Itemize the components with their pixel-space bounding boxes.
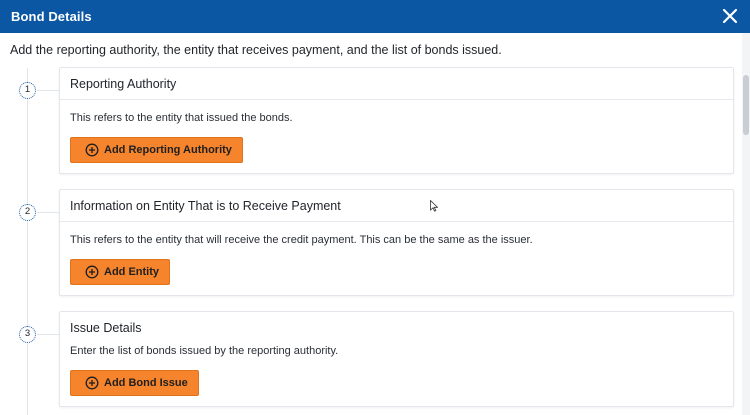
step-2-indicator: 2	[19, 204, 36, 221]
dialog-scrollbar[interactable]	[742, 33, 750, 415]
step-3-indicator: 3	[19, 326, 36, 343]
reporting-authority-card: Reporting Authority This refers to the e…	[59, 67, 734, 174]
issue-details-description: Enter the list of bonds issued by the re…	[70, 345, 339, 357]
dialog-titlebar: Bond Details	[0, 0, 750, 33]
issue-details-header: Issue Details	[70, 321, 142, 335]
add-entity-button[interactable]: Add Entity	[70, 259, 170, 285]
bond-details-dialog: Bond Details Add the reporting authority…	[0, 0, 750, 415]
mouse-cursor-icon	[430, 200, 438, 212]
receiving-entity-header: Information on Entity That is to Receive…	[60, 190, 733, 222]
reporting-authority-description: This refers to the entity that issued th…	[70, 112, 293, 124]
receiving-entity-card: Information on Entity That is to Receive…	[59, 189, 734, 296]
add-entity-label: Add Entity	[104, 266, 159, 278]
add-bond-issue-label: Add Bond Issue	[104, 377, 188, 389]
add-reporting-authority-label: Add Reporting Authority	[104, 144, 232, 156]
step-1-indicator: 1	[19, 82, 36, 99]
step-1-connector	[37, 90, 59, 91]
plus-circle-icon	[85, 376, 99, 390]
issue-details-card: Issue Details Enter the list of bonds is…	[59, 311, 734, 407]
dialog-title: Bond Details	[11, 9, 92, 24]
dialog-scrollbar-thumb[interactable]	[743, 75, 749, 135]
add-bond-issue-button[interactable]: Add Bond Issue	[70, 370, 199, 396]
timeline-line	[27, 68, 28, 415]
plus-circle-icon	[85, 265, 99, 279]
step-2-connector	[37, 212, 59, 213]
plus-circle-icon	[85, 143, 99, 157]
step-3-connector	[37, 334, 59, 335]
reporting-authority-header: Reporting Authority	[60, 68, 733, 100]
dialog-intro-text: Add the reporting authority, the entity …	[10, 43, 502, 57]
close-icon[interactable]	[720, 6, 740, 26]
add-reporting-authority-button[interactable]: Add Reporting Authority	[70, 137, 243, 163]
receiving-entity-description: This refers to the entity that will rece…	[70, 234, 533, 246]
